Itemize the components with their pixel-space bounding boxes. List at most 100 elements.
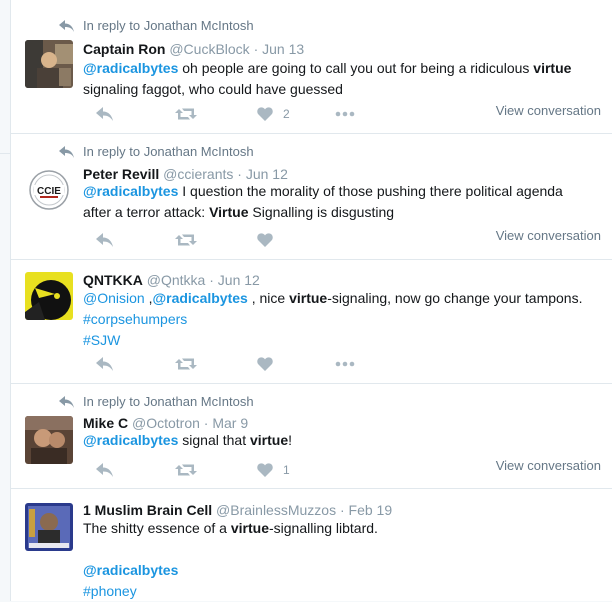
more-button[interactable] — [335, 361, 355, 367]
like-button[interactable]: 2 — [257, 107, 290, 121]
handle-date[interactable]: @BrainlessMuzzos · Feb 19 — [216, 502, 392, 518]
handle-date[interactable]: @Qntkka · Jun 12 — [147, 272, 260, 288]
fullname[interactable]: 1 Muslim Brain Cell — [83, 502, 212, 518]
avatar[interactable] — [25, 40, 73, 88]
more-icon — [335, 111, 355, 117]
tweet[interactable]: In reply to Jonathan McIntosh CCIE Peter… — [11, 134, 612, 260]
more-button[interactable] — [335, 111, 355, 117]
tweet-text: @radicalbytes signal that virtue! — [83, 430, 593, 451]
tweet-text-segment: ! — [288, 432, 292, 448]
view-conversation-link[interactable]: View conversation — [496, 228, 601, 243]
reply-context-label: In reply to Jonathan McIntosh — [83, 18, 254, 33]
avatar[interactable] — [25, 272, 73, 320]
heart-icon — [257, 463, 273, 477]
hashtag-link[interactable]: #phoney — [83, 583, 137, 599]
reply-arrow-icon — [59, 395, 74, 408]
highlighted-keyword: Virtue — [209, 204, 249, 220]
reply-context[interactable]: In reply to Jonathan McIntosh — [59, 144, 254, 159]
retweet-icon — [175, 358, 197, 370]
avatar[interactable]: CCIE — [25, 166, 73, 214]
avatar[interactable] — [25, 416, 73, 464]
tweet[interactable]: QNTKKA @Qntkka · Jun 12 @Onision ,@radic… — [11, 260, 612, 384]
fullname[interactable]: Mike C — [83, 415, 128, 431]
like-count: 2 — [283, 107, 290, 121]
reply-context-label: In reply to Jonathan McIntosh — [83, 144, 254, 159]
retweet-button[interactable] — [175, 463, 197, 477]
tweet-text: @radicalbytes oh people are going to cal… — [83, 58, 593, 100]
tweet-header: Mike C @Octotron · Mar 9 — [83, 415, 248, 431]
tweet-text: @Onision ,@radicalbytes , nice virtue-si… — [83, 288, 593, 351]
highlighted-keyword: virtue — [249, 432, 289, 448]
mention-link[interactable]: @radicalbytes — [83, 432, 178, 448]
reply-icon — [96, 357, 113, 371]
heart-icon — [257, 233, 273, 247]
tweet-text-line: #SJW — [83, 330, 593, 351]
tweet-text-segment: The shitty essence of a — [83, 520, 231, 536]
reply-context[interactable]: In reply to Jonathan McIntosh — [59, 18, 254, 33]
tweet-text-segment: I question the morality of those pushing… — [178, 183, 563, 199]
view-conversation-link[interactable]: View conversation — [496, 458, 601, 473]
hashtag-link[interactable]: #SJW — [83, 332, 120, 348]
like-button[interactable] — [257, 357, 273, 371]
tweet-text-segment: -signalling libtard. — [268, 520, 378, 536]
hashtag-link[interactable]: #corpsehumpers — [83, 311, 187, 327]
tweet-text-line: #corpsehumpers — [83, 309, 593, 330]
fullname[interactable]: QNTKKA — [83, 272, 143, 288]
heart-icon — [257, 357, 273, 371]
tweet-header: Peter Revill @ccierants · Jun 12 — [83, 166, 288, 182]
timeline: In reply to Jonathan McIntosh Captain Ro… — [10, 0, 612, 601]
mention-link[interactable]: @radicalbytes — [152, 290, 247, 306]
like-button[interactable]: 1 — [257, 463, 290, 477]
tweet-text-segment: , nice — [247, 290, 290, 306]
tweet[interactable]: In reply to Jonathan McIntosh Captain Ro… — [11, 0, 612, 134]
more-icon — [335, 361, 355, 367]
retweet-button[interactable] — [175, 107, 197, 121]
view-conversation-link[interactable]: View conversation — [496, 103, 601, 118]
reply-icon — [96, 233, 113, 247]
reply-context-label: In reply to Jonathan McIntosh — [83, 394, 254, 409]
tweet[interactable]: In reply to Jonathan McIntosh Mike C @Oc… — [11, 384, 612, 489]
reply-button[interactable] — [96, 233, 114, 247]
highlighted-keyword: virtue — [230, 520, 269, 536]
heart-icon — [257, 107, 273, 121]
tweet-text-line: signaling faggot, who could have guessed — [83, 79, 593, 100]
tweet-text-line: @Onision ,@radicalbytes , nice virtue-si… — [83, 288, 593, 309]
tweet-text-segment: Signalling is disgusting — [248, 204, 395, 220]
handle-date[interactable]: @Octotron · Mar 9 — [132, 415, 248, 431]
reply-button[interactable] — [96, 107, 114, 121]
mention-link[interactable]: @radicalbytes — [83, 562, 178, 578]
handle-date[interactable]: @CuckBlock · Jun 13 — [169, 41, 304, 57]
divider — [0, 133, 10, 154]
tweet-text-segment: signal that — [178, 432, 250, 448]
mention-link[interactable]: @radicalbytes — [83, 183, 178, 199]
tweet-header: Captain Ron @CuckBlock · Jun 13 — [83, 41, 304, 57]
tweet-text-segment: oh people are going to call you out for … — [178, 60, 534, 76]
tweet[interactable]: 1 Muslim Brain Cell @BrainlessMuzzos · F… — [11, 489, 612, 601]
reply-arrow-icon — [59, 19, 74, 32]
tweet-text-segment: -signaling, now go change your tampons. — [327, 290, 583, 306]
tweet-header: 1 Muslim Brain Cell @BrainlessMuzzos · F… — [83, 502, 392, 518]
tweet-text-line: The shitty essence of a virtue-signallin… — [83, 518, 593, 539]
tweet-text-line: #phoney — [83, 581, 593, 602]
reply-icon — [96, 107, 113, 121]
reply-button[interactable] — [96, 357, 114, 371]
like-button[interactable] — [257, 233, 273, 247]
fullname[interactable]: Peter Revill — [83, 166, 159, 182]
like-count: 1 — [283, 463, 290, 477]
tweet-text-line: @radicalbytes signal that virtue! — [83, 430, 593, 451]
handle-date[interactable]: @ccierants · Jun 12 — [163, 166, 288, 182]
tweet-text-line: after a terror attack: Virtue Signalling… — [83, 202, 593, 223]
highlighted-keyword: virtue — [289, 290, 328, 306]
reply-context[interactable]: In reply to Jonathan McIntosh — [59, 394, 254, 409]
retweet-button[interactable] — [175, 357, 197, 371]
reply-button[interactable] — [96, 463, 114, 477]
retweet-icon — [175, 234, 197, 246]
avatar[interactable] — [25, 503, 73, 551]
mention-link[interactable]: @Onision — [83, 290, 145, 306]
mention-link[interactable]: @radicalbytes — [83, 60, 178, 76]
reply-icon — [96, 463, 113, 477]
tweet-text: @radicalbytes I question the morality of… — [83, 181, 593, 223]
tweet-text-segment: signaling faggot, who could have guessed — [83, 81, 343, 97]
retweet-button[interactable] — [175, 233, 197, 247]
fullname[interactable]: Captain Ron — [83, 41, 165, 57]
